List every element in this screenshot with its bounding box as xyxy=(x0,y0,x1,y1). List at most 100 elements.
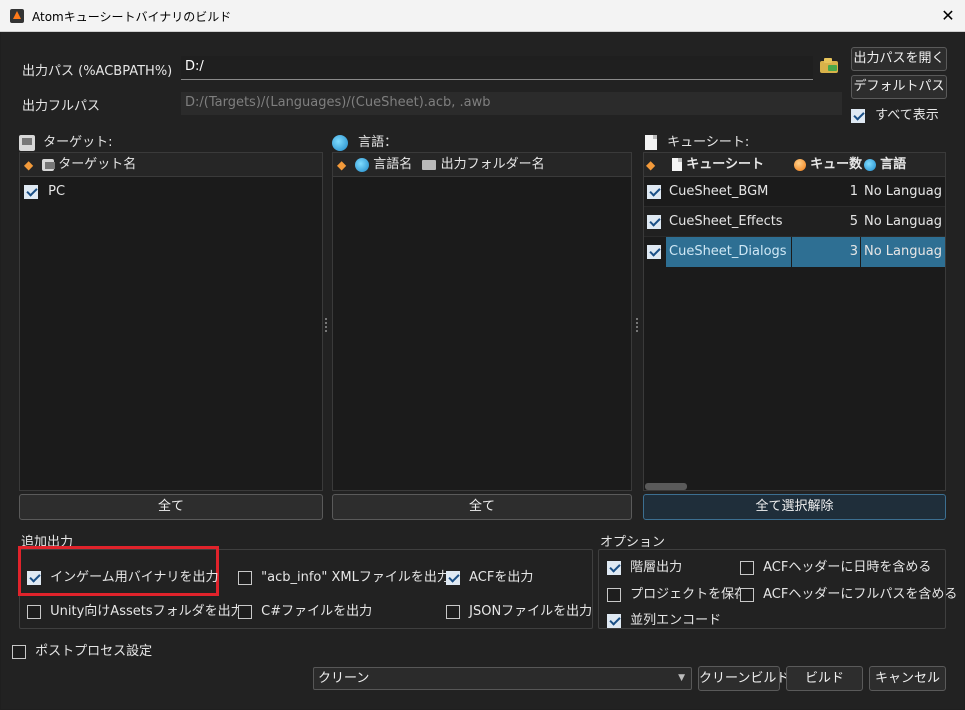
open-output-path-button[interactable]: 出力パスを開く xyxy=(851,47,947,71)
json-label: JSONファイルを出力 xyxy=(469,604,593,619)
target-pc-label: PC xyxy=(48,184,66,199)
postprocess-label: ポストプロセス設定 xyxy=(35,644,153,659)
target-pc-checkbox[interactable] xyxy=(24,184,38,199)
targets-list[interactable]: ◆ ターゲット名 PC xyxy=(19,152,323,491)
cuesheet-language: No Languag xyxy=(861,237,945,267)
title-bar: Atomキューシートバイナリのビルド ✕ xyxy=(0,0,965,32)
clean-build-button[interactable]: クリーンビルド xyxy=(698,666,789,691)
cuesheets-title: キューシート: xyxy=(645,131,749,150)
acf-datetime-label: ACFヘッダーに日時を含める xyxy=(763,560,932,575)
show-all-checkbox[interactable]: すべて表示 xyxy=(851,104,939,123)
chevron-down-icon: ▼ xyxy=(678,673,685,683)
language-name-header[interactable]: 言語名 xyxy=(373,157,412,172)
folder-browse-icon[interactable] xyxy=(820,58,840,74)
output-path-input[interactable]: D:/ xyxy=(181,56,813,80)
build-mode-dropdown[interactable]: クリーン ▼ xyxy=(313,667,692,690)
cuesheet-column-header[interactable]: キューシート xyxy=(686,157,764,172)
cuesheet-language: No Languag xyxy=(864,214,942,229)
acf-datetime-check-icon[interactable] xyxy=(740,560,754,575)
cuesheets-title-label: キューシート: xyxy=(667,135,750,150)
hierarchy-check-icon[interactable] xyxy=(607,560,621,575)
language-column-header[interactable]: 言語 xyxy=(864,153,906,176)
app-icon xyxy=(10,9,24,23)
splitter-handle[interactable] xyxy=(324,316,328,336)
save-project-check-icon[interactable] xyxy=(607,587,621,602)
parallel-encode-checkbox[interactable]: 並列エンコード xyxy=(607,609,721,628)
cue-icon xyxy=(794,158,806,171)
languages-title-label: 言語： xyxy=(358,135,398,150)
acf-output-check-icon[interactable] xyxy=(446,570,460,585)
list-item[interactable]: PC xyxy=(20,177,322,207)
save-project-checkbox[interactable]: プロジェクトを保存 xyxy=(607,583,747,602)
window-title: Atomキューシートバイナリのビルド xyxy=(32,10,232,24)
table-row[interactable]: CueSheet_BGM 1 No Languag xyxy=(644,177,945,207)
deselect-all-button[interactable]: 全て選択解除 xyxy=(643,494,946,520)
options-title: オプション xyxy=(600,535,666,550)
scrollbar-thumb[interactable] xyxy=(645,483,687,490)
close-icon[interactable]: ✕ xyxy=(936,4,960,28)
targets-all-button[interactable]: 全て xyxy=(19,494,323,520)
build-button[interactable]: ビルド xyxy=(786,666,863,691)
acb-info-label: "acb_info" XMLファイルを出力 xyxy=(261,570,450,585)
ingame-binary-checkbox[interactable]: インゲーム用バイナリを出力 xyxy=(27,566,219,585)
globe-icon xyxy=(864,158,876,171)
cue-count-column-header[interactable]: キュー数 xyxy=(794,153,862,176)
csharp-check-icon[interactable] xyxy=(238,604,252,619)
target-device-icon xyxy=(19,134,35,151)
sort-icon[interactable]: ◆ xyxy=(337,158,351,172)
cuesheets-header: ◆ キューシート キュー数 言語 xyxy=(644,153,945,177)
cancel-button[interactable]: キャンセル xyxy=(869,666,946,691)
acf-fullpath-checkbox[interactable]: ACFヘッダーにフルパスを含める xyxy=(740,583,957,602)
hierarchy-label: 階層出力 xyxy=(630,560,683,575)
sort-icon[interactable]: ◆ xyxy=(24,158,38,172)
csharp-label: C#ファイルを出力 xyxy=(261,604,373,619)
languages-title: 言語： xyxy=(332,131,397,151)
json-checkbox[interactable]: JSONファイルを出力 xyxy=(446,600,592,619)
cuesheet-checkbox[interactable] xyxy=(647,245,661,259)
show-all-label: すべて表示 xyxy=(875,108,939,123)
json-check-icon[interactable] xyxy=(446,604,460,619)
acb-info-check-icon[interactable] xyxy=(238,570,252,585)
output-path-label: 出力パス (%ACBPATH%) xyxy=(22,64,173,79)
default-path-button[interactable]: デフォルトパス xyxy=(851,75,947,99)
ingame-binary-label: インゲーム用バイナリを出力 xyxy=(50,570,219,585)
cue-count: 5 xyxy=(849,214,858,229)
acf-fullpath-check-icon[interactable] xyxy=(740,587,754,602)
horizontal-scrollbar[interactable] xyxy=(644,482,945,490)
cue-count: 1 xyxy=(849,184,858,199)
cuesheet-icon xyxy=(672,158,683,171)
table-row-selected[interactable]: CueSheet_Dialogs 3 No Languag xyxy=(644,237,945,267)
target-name-header[interactable]: ターゲット名 xyxy=(58,157,136,172)
targets-header: ◆ ターゲット名 xyxy=(20,153,322,177)
hierarchy-checkbox[interactable]: 階層出力 xyxy=(607,556,682,575)
folder-icon xyxy=(422,159,437,170)
acb-info-checkbox[interactable]: "acb_info" XMLファイルを出力 xyxy=(238,566,450,585)
full-path-label: 出力フルパス xyxy=(22,99,101,114)
unity-assets-label: Unity向けAssetsフォルダを出力 xyxy=(50,604,244,619)
cuesheet-name: CueSheet_BGM xyxy=(669,184,769,199)
language-header-label: 言語 xyxy=(880,157,907,172)
cuesheet-name: CueSheet_Dialogs xyxy=(666,237,791,267)
cuesheet-checkbox[interactable] xyxy=(647,185,661,199)
unity-assets-check-icon[interactable] xyxy=(27,604,41,619)
ingame-binary-check-icon[interactable] xyxy=(27,570,41,585)
show-all-check-icon[interactable] xyxy=(851,108,865,123)
splitter-handle[interactable] xyxy=(635,316,639,336)
full-path-field: D:/(Targets)/(Languages)/(CueSheet).acb,… xyxy=(181,92,842,115)
acf-datetime-checkbox[interactable]: ACFヘッダーに日時を含める xyxy=(740,556,931,575)
languages-all-button[interactable]: 全て xyxy=(332,494,632,520)
globe-icon xyxy=(355,157,370,172)
languages-list[interactable]: ◆ 言語名 出力フォルダー名 xyxy=(332,152,632,491)
postprocess-check-icon[interactable] xyxy=(12,644,26,659)
cuesheets-table[interactable]: ◆ キューシート キュー数 言語 CueSheet_BGM 1 No Langu… xyxy=(643,152,946,491)
languages-header: ◆ 言語名 出力フォルダー名 xyxy=(333,153,631,177)
acf-output-checkbox[interactable]: ACFを出力 xyxy=(446,566,533,585)
parallel-encode-check-icon[interactable] xyxy=(607,613,621,628)
cuesheet-checkbox[interactable] xyxy=(647,215,661,229)
csharp-checkbox[interactable]: C#ファイルを出力 xyxy=(238,600,372,619)
sort-icon[interactable]: ◆ xyxy=(646,158,660,172)
table-row[interactable]: CueSheet_Effects 5 No Languag xyxy=(644,207,945,237)
unity-assets-checkbox[interactable]: Unity向けAssetsフォルダを出力 xyxy=(27,600,244,619)
postprocess-checkbox[interactable]: ポストプロセス設定 xyxy=(12,640,152,659)
output-folder-header[interactable]: 出力フォルダー名 xyxy=(441,157,545,172)
